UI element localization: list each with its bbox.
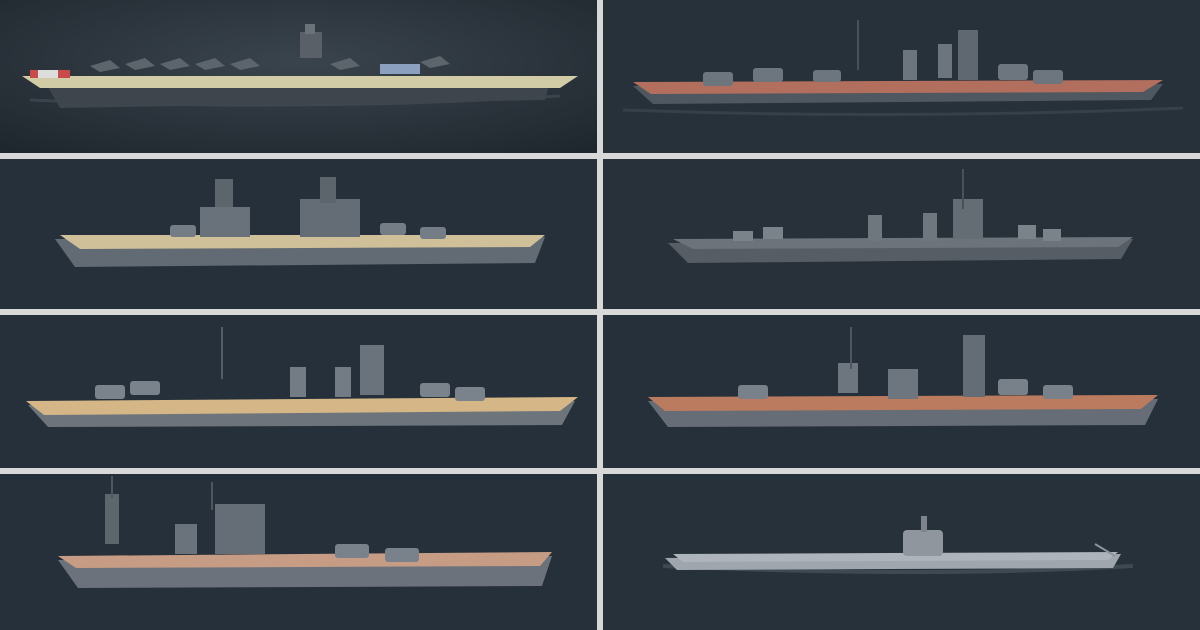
- aircraft-carrier-image: [0, 0, 597, 153]
- tile-battleship-red-deck: [603, 0, 1200, 153]
- battleship-image: [603, 0, 1200, 153]
- tile-battleship-pink-deck: [0, 474, 597, 630]
- tile-submarine: [603, 474, 1200, 630]
- cruiser-image: [603, 159, 1200, 309]
- tile-light-cruiser: [603, 159, 1200, 309]
- tile-battleship-light-deck: [0, 159, 597, 309]
- tile-battleship-orange-deck: [603, 315, 1200, 468]
- battlecruiser-image: [0, 315, 597, 468]
- tile-aircraft-carrier: [0, 0, 597, 153]
- battleship-image: [603, 315, 1200, 468]
- ship-gallery-grid: [0, 0, 1200, 630]
- submarine-image: [603, 474, 1200, 630]
- battleship-image: [0, 474, 597, 630]
- tile-battlecruiser: [0, 315, 597, 468]
- battleship-image: [0, 159, 597, 309]
